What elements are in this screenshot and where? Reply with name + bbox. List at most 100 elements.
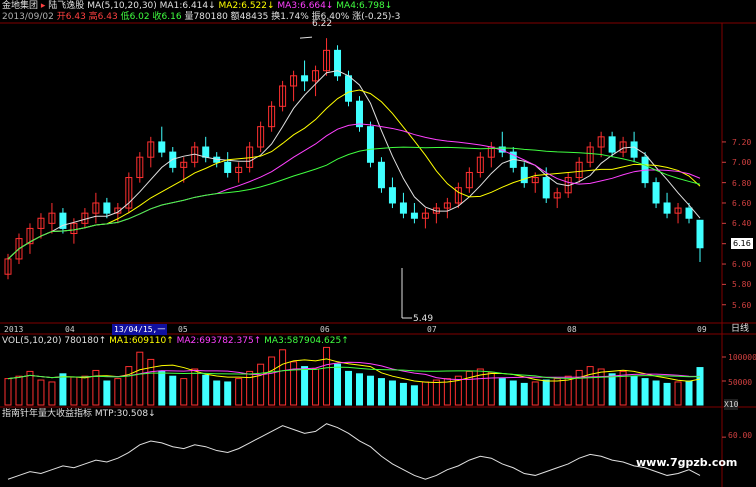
volume-bar: [279, 349, 287, 406]
turnover-value: 换1.74%: [271, 12, 309, 22]
vol-axis-50000: 50000: [728, 378, 753, 387]
volume-bar: [608, 373, 616, 406]
volume-bar: [652, 380, 660, 406]
close-value: 收6.16: [152, 12, 182, 22]
stock-name[interactable]: 金地集团: [2, 1, 38, 11]
price-axis-label: 7.20: [732, 137, 752, 147]
candle-body: [410, 212, 418, 219]
volume-bar: [487, 371, 495, 406]
date-label-4: 06: [320, 325, 330, 334]
volume-bar: [421, 381, 429, 406]
candle-body: [542, 177, 550, 199]
vol-ma1: MA1:609110: [109, 336, 167, 346]
price-axis-label: 5.60: [732, 300, 752, 310]
ma20-line: [7, 123, 701, 260]
ma30-line: [7, 146, 701, 260]
date-label-1: 04: [65, 325, 75, 334]
period-label[interactable]: 日线: [731, 324, 749, 335]
volume-bar: [81, 375, 89, 406]
volume-bar: [542, 379, 550, 406]
candle-body: [388, 187, 396, 204]
volume-bar: [586, 366, 594, 406]
volume-bar: [410, 385, 418, 406]
candle-body: [355, 100, 363, 128]
price-axis-label: 6.80: [732, 178, 752, 188]
volume-bar: [180, 378, 188, 406]
candle-body: [224, 161, 232, 173]
candle-body: [663, 202, 671, 214]
mtp-polyline: [7, 423, 701, 480]
candle-body: [377, 161, 385, 189]
volume-bar: [597, 368, 605, 406]
volume-bar: [235, 378, 243, 406]
volume-bar: [213, 380, 221, 406]
volume-bar: [125, 366, 133, 406]
volume-bar: [345, 370, 353, 406]
vol-ma2: MA2:693782.375: [176, 336, 254, 346]
candle-body: [158, 141, 166, 153]
ma5-line: [7, 70, 701, 260]
arrow-icon: ▸: [40, 1, 46, 11]
candle-body: [301, 75, 309, 82]
date-label-7: 09: [697, 325, 707, 334]
volume-bar: [257, 363, 265, 406]
candle-body: [630, 141, 638, 158]
date-label-3: 05: [178, 325, 188, 334]
candle-body: [696, 219, 704, 249]
date-readout: 2013/09/02: [2, 12, 54, 22]
candle-body: [685, 207, 693, 219]
volume-bar: [685, 380, 693, 406]
volume-bar: [15, 375, 23, 406]
ma4-value: MA4:6.798: [336, 1, 385, 11]
volume-bar: [399, 382, 407, 406]
volume-bar: [136, 351, 144, 406]
candle-body: [366, 126, 374, 163]
date-label-0: 2013: [4, 325, 24, 334]
candle-body: [103, 202, 111, 214]
price-axis-label: 6.00: [732, 260, 752, 270]
volume-bar: [312, 368, 320, 406]
indicator-name[interactable]: 指南针年量大收益指标: [2, 409, 92, 419]
candlestick-series: [4, 38, 704, 280]
candle-body: [608, 136, 616, 153]
volume-bar: [641, 378, 649, 406]
volume-bar: [575, 369, 583, 406]
volume-bar: [531, 381, 539, 406]
candle-body: [399, 202, 407, 214]
volume-bar: [355, 373, 363, 406]
volume-ma-lines: [7, 358, 701, 383]
volume-bar: [268, 356, 276, 406]
indicator-value: MTP:30.508: [94, 409, 149, 419]
price-axis-label: 7.00: [732, 158, 752, 168]
vol-unit: X10: [724, 399, 739, 410]
company-name: 陆飞逸股: [48, 1, 85, 11]
vol-ma3: MA3:587904.625: [264, 336, 342, 346]
volume-bar: [323, 346, 331, 406]
volume-bar: [191, 368, 199, 406]
volume-bar: [224, 381, 232, 406]
volume-bar: [498, 378, 506, 406]
volume-bar: [553, 378, 561, 406]
volume-bar: [169, 375, 177, 406]
open-value: 开6.43: [56, 12, 86, 22]
volume-bar: [158, 370, 166, 406]
vol-value: 780180: [64, 336, 99, 346]
ma10-line: [7, 89, 701, 260]
high-leader: [299, 36, 313, 39]
volume-bar: [465, 370, 473, 406]
high-value: 高6.43: [88, 12, 118, 22]
ma3-value: MA3:6.664: [277, 1, 326, 11]
moving-average-lines: [7, 70, 701, 260]
volume-bar: [48, 381, 56, 406]
amount-value: 额48435: [230, 12, 269, 22]
date-cursor-label: 13/04/15,一: [112, 324, 168, 335]
volume-bar: [377, 378, 385, 406]
volume-bar: [114, 378, 122, 406]
price-axis-label: 5.80: [732, 280, 752, 290]
ma1-value: MA1:6.414: [159, 1, 209, 11]
watermark: www.7gpzb.com: [636, 456, 738, 469]
volume-bar: [663, 382, 671, 406]
candle-body: [652, 182, 660, 204]
ma-label: MA(5,10,20,30): [87, 1, 157, 11]
volume-bar: [26, 370, 34, 406]
